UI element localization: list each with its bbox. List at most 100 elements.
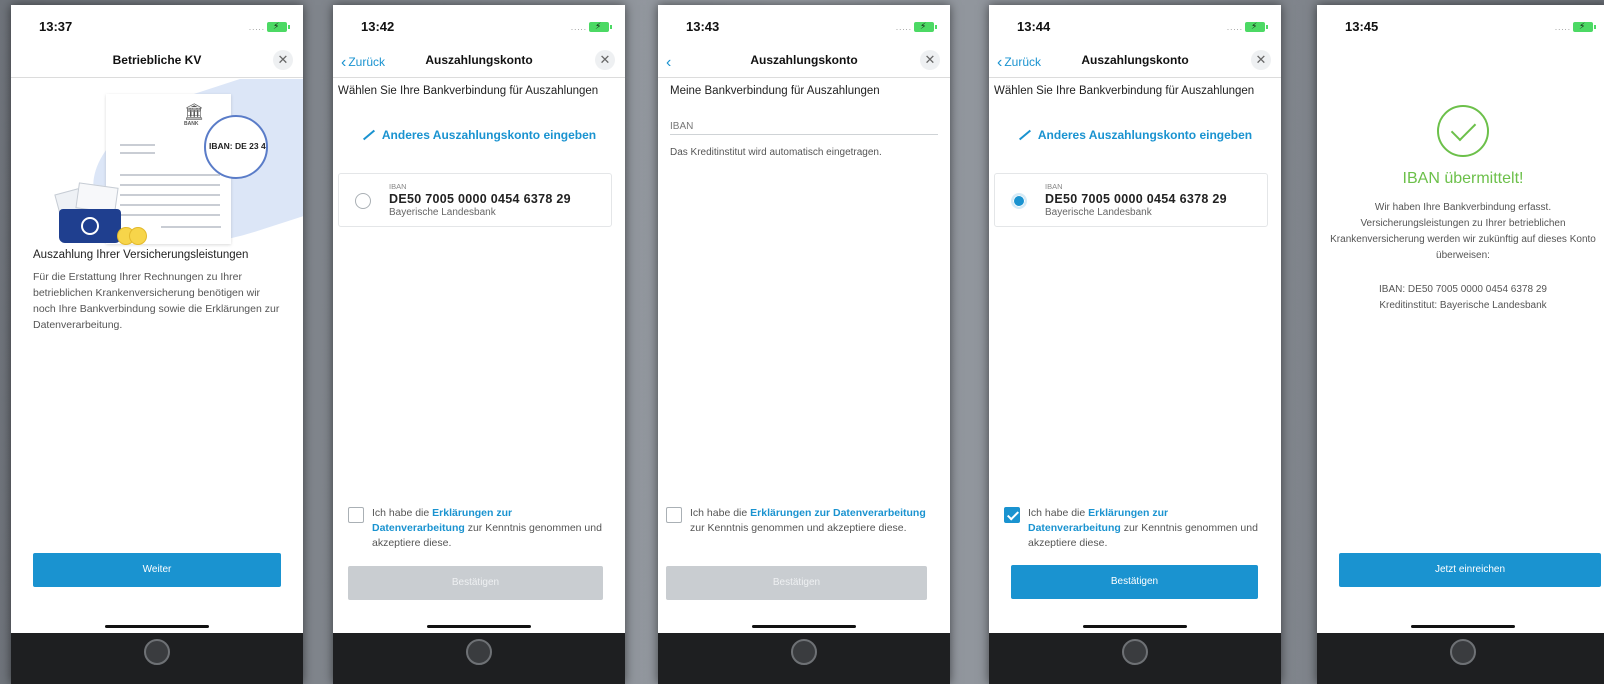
bank-line: Kreditinstitut: Bayerische Landesbank — [1379, 300, 1547, 311]
nav-bar: ‹ Zurück Auszahlungskonto ✕ — [333, 45, 625, 78]
bank-illustration: 🏛 BANK IBAN: DE 23 4 — [11, 79, 303, 249]
home-indicator — [105, 625, 209, 628]
close-icon[interactable]: ✕ — [273, 50, 293, 70]
success-title: IBAN übermittelt! — [1402, 170, 1524, 187]
weiter-button[interactable]: Weiter — [33, 553, 281, 587]
consent-checkbox[interactable] — [666, 507, 682, 523]
consent-checkbox[interactable] — [1004, 507, 1020, 523]
screen-select-account-checked: 13:44 ..... ⚡ ‹ Zurück Auszahlungskonto ✕… — [989, 5, 1281, 684]
consent-row: Ich habe die Erklärungen zur Datenverarb… — [1004, 506, 1261, 554]
phone-bezel — [11, 633, 303, 684]
iban-line: IBAN: DE50 7005 0000 0454 6378 29 — [1379, 284, 1547, 295]
home-indicator — [1083, 625, 1187, 628]
account-summary: IBAN: DE50 7005 0000 0454 6378 29 Kredit… — [1325, 282, 1601, 314]
confirm-button[interactable]: Bestätigen — [666, 566, 927, 600]
iban-value: DE50 7005 0000 0454 6378 29 — [1045, 192, 1227, 206]
nav-bar: Betriebliche KV ✕ — [11, 45, 303, 78]
battery-icon: ⚡ — [589, 21, 612, 32]
screen-intro: 13:37 ..... ⚡ Betriebliche KV ✕ 🏛 BANK I… — [11, 5, 303, 684]
battery-icon: ⚡ — [1245, 21, 1268, 32]
consent-text: Ich habe die Erklärungen zur Datenverarb… — [1028, 507, 1258, 549]
coin-icon — [129, 227, 147, 245]
close-icon[interactable]: ✕ — [1251, 50, 1271, 70]
status-bar: 13:43 ..... ⚡ — [658, 5, 950, 45]
edit-link-label: Anderes Auszahlungskonto eingeben — [1037, 128, 1253, 142]
signal-icon: ..... — [570, 23, 587, 32]
battery-icon: ⚡ — [1573, 21, 1596, 32]
battery-icon: ⚡ — [914, 21, 937, 32]
status-time: 13:37 — [39, 19, 73, 34]
phone-bezel — [1317, 633, 1604, 684]
status-time: 13:45 — [1345, 19, 1379, 34]
status-time: 13:44 — [1017, 19, 1051, 34]
home-indicator — [752, 625, 856, 628]
iban-label: IBAN — [389, 182, 407, 191]
status-bar: 13:37 ..... ⚡ — [11, 5, 303, 45]
consent-row: Ich habe die Erklärungen zur Datenverarb… — [348, 506, 605, 554]
consent-text: Ich habe die Erklärungen zur Datenverarb… — [372, 507, 602, 549]
page-title: Auszahlungskonto — [1081, 53, 1189, 67]
logo-icon — [81, 217, 99, 235]
bank-icon: 🏛 — [184, 104, 205, 121]
section-heading: Meine Bankverbindung für Auszahlungen — [670, 85, 880, 97]
home-indicator — [427, 625, 531, 628]
iban-label: IBAN — [1045, 182, 1063, 191]
status-time: 13:43 — [686, 19, 720, 34]
home-button[interactable] — [1450, 639, 1476, 665]
status-time: 13:42 — [361, 19, 395, 34]
home-button[interactable] — [791, 639, 817, 665]
pencil-icon — [362, 129, 375, 141]
bank-label: BANK — [184, 121, 199, 127]
intro-text: Für die Erstattung Ihrer Rechnungen zu I… — [33, 271, 280, 331]
home-button[interactable] — [466, 639, 492, 665]
account-radio[interactable] — [355, 193, 371, 209]
page-title: Auszahlungskonto — [425, 53, 533, 67]
wallet-icon — [59, 209, 121, 243]
account-option[interactable]: IBAN DE50 7005 0000 0454 6378 29 Bayeris… — [338, 173, 612, 227]
consent-link[interactable]: Erklärungen zur Datenverarbeitung — [750, 507, 926, 519]
bank-name: Bayerische Landesbank — [1045, 207, 1152, 218]
iban-value: DE50 7005 0000 0454 6378 29 — [389, 192, 571, 206]
confirm-button[interactable]: Bestätigen — [348, 566, 603, 600]
page-title: Betriebliche KV — [112, 53, 202, 67]
screen-enter-iban: 13:43 ..... ⚡ ‹ Auszahlungskonto ✕ Meine… — [658, 5, 950, 684]
iban-snippet: IBAN: DE 23 4 — [209, 141, 266, 151]
phone-bezel — [658, 633, 950, 684]
page-title: Auszahlungskonto — [750, 53, 858, 67]
success-message: Wir haben Ihre Bankverbindung erfasst. V… — [1330, 202, 1596, 261]
confirm-button[interactable]: Bestätigen — [1011, 565, 1258, 599]
consent-checkbox[interactable] — [348, 507, 364, 523]
submit-button[interactable]: Jetzt einreichen — [1339, 553, 1601, 587]
close-icon[interactable]: ✕ — [920, 50, 940, 70]
status-bar: 13:44 ..... ⚡ — [989, 5, 1281, 45]
consent-text: Ich habe die Erklärungen zur Datenverarb… — [690, 507, 926, 534]
nav-bar: ‹ Auszahlungskonto ✕ — [658, 45, 950, 78]
bank-name: Bayerische Landesbank — [389, 207, 496, 218]
bank-auto-hint: Das Kreditinstitut wird automatisch eing… — [670, 147, 882, 158]
magnifier-illustration: IBAN: DE 23 4 — [204, 115, 268, 179]
screen-success: 13:45 ..... ⚡ IBAN übermittelt! Wir habe… — [1317, 5, 1604, 684]
edit-account-link[interactable]: Anderes Auszahlungskonto eingeben — [333, 128, 625, 142]
account-option[interactable]: IBAN DE50 7005 0000 0454 6378 29 Bayeris… — [994, 173, 1268, 227]
nav-bar: ‹ Zurück Auszahlungskonto ✕ — [989, 45, 1281, 78]
section-heading: Wählen Sie Ihre Bankverbindung für Ausza… — [338, 85, 599, 97]
edit-account-link[interactable]: Anderes Auszahlungskonto eingeben — [989, 128, 1281, 142]
section-heading: Wählen Sie Ihre Bankverbindung für Ausza… — [994, 85, 1255, 97]
phone-bezel — [333, 633, 625, 684]
signal-icon: ..... — [1554, 23, 1571, 32]
account-radio[interactable] — [1011, 193, 1027, 209]
section-heading: Auszahlung Ihrer Versicherungsleistungen — [33, 249, 249, 261]
home-button[interactable] — [1122, 639, 1148, 665]
status-bar: 13:42 ..... ⚡ — [333, 5, 625, 45]
pencil-icon — [1018, 129, 1031, 141]
phone-bezel — [989, 633, 1281, 684]
signal-icon: ..... — [1226, 23, 1243, 32]
checkmark-circle-icon — [1437, 105, 1489, 157]
home-button[interactable] — [144, 639, 170, 665]
consent-row: Ich habe die Erklärungen zur Datenverarb… — [666, 506, 930, 554]
battery-icon: ⚡ — [267, 21, 290, 32]
signal-icon: ..... — [895, 23, 912, 32]
close-icon[interactable]: ✕ — [595, 50, 615, 70]
iban-input[interactable]: IBAN — [670, 121, 938, 135]
home-indicator — [1411, 625, 1515, 628]
